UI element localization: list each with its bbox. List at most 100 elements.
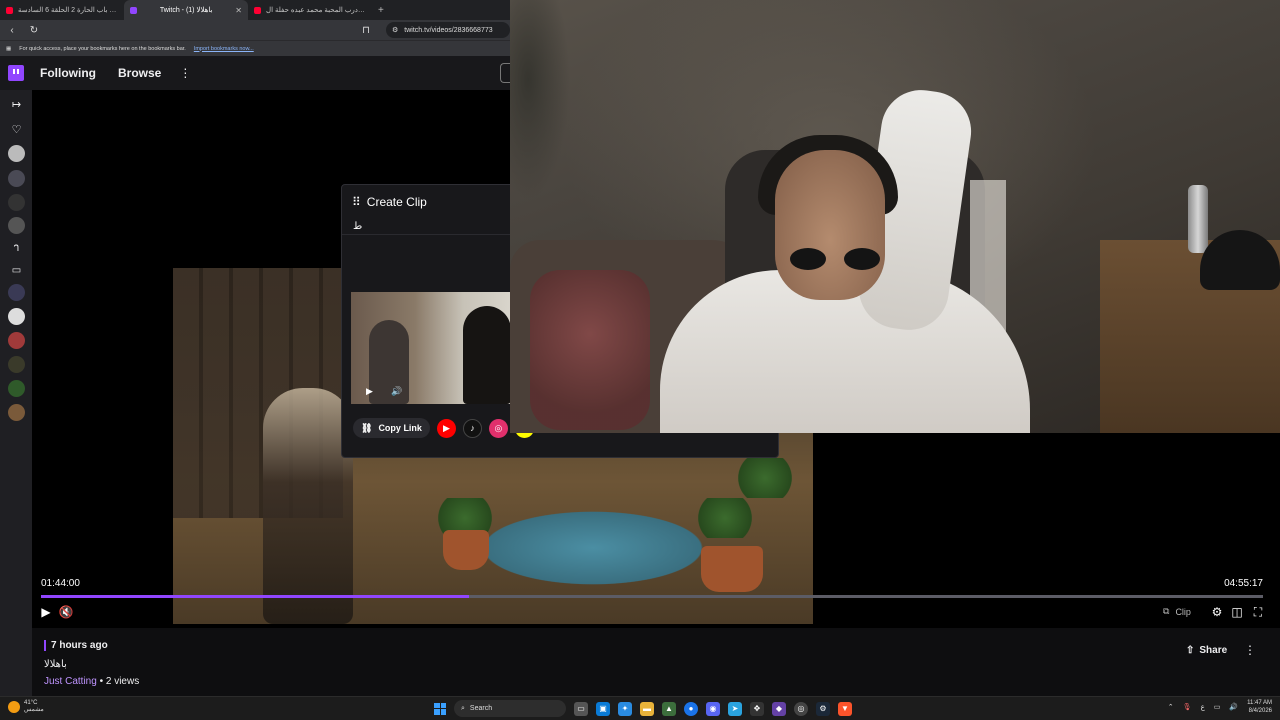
- bookmark-icon[interactable]: ⊓: [360, 25, 372, 36]
- channel-avatar[interactable]: [8, 380, 25, 397]
- clip-label: Clip: [1175, 606, 1191, 617]
- photos-icon[interactable]: ▲: [662, 701, 676, 716]
- twitch-logo-icon[interactable]: [8, 65, 24, 81]
- copilot-icon[interactable]: ✦: [618, 701, 632, 716]
- apps-icon[interactable]: ▦: [6, 46, 11, 52]
- channel-avatar[interactable]: ᒉ: [8, 240, 25, 257]
- more-options-icon[interactable]: ⋮: [1244, 643, 1256, 657]
- view-count: • 2 views: [96, 676, 140, 687]
- steam-icon[interactable]: ⚙: [816, 701, 830, 716]
- site-info-icon[interactable]: ⚙: [392, 26, 398, 34]
- mic-icon[interactable]: 🎙: [1183, 703, 1192, 711]
- nav-browse[interactable]: Browse: [118, 66, 161, 80]
- webcam-overlay: [510, 0, 1280, 433]
- channel-avatar[interactable]: [8, 170, 25, 187]
- category-link[interactable]: Just Catting: [44, 676, 97, 687]
- volume-icon[interactable]: 🔊: [391, 386, 402, 397]
- play-icon[interactable]: ▶: [38, 605, 54, 619]
- back-icon[interactable]: ‹: [6, 25, 18, 36]
- link-icon: ⛓: [361, 422, 373, 433]
- weather-widget[interactable]: 41°C مشمس: [8, 700, 44, 714]
- input-language[interactable]: ع: [1201, 703, 1205, 711]
- app-icon[interactable]: ◆: [772, 701, 786, 716]
- browser-tab-strip: مسلسل باب الحارة 2 الحلقة 6 السادسة Twit…: [0, 0, 510, 20]
- new-tab-button[interactable]: +: [372, 5, 390, 16]
- scene-figure: [263, 388, 353, 624]
- more-options-icon[interactable]: ⋮: [179, 66, 191, 80]
- cam-sunglasses: [790, 248, 880, 270]
- instagram-icon[interactable]: ◎: [488, 418, 508, 438]
- app-icon[interactable]: ◎: [794, 701, 808, 716]
- stream-age: 7 hours ago: [44, 640, 108, 651]
- total-time: 04:55:17: [1224, 578, 1263, 589]
- bookmarks-bar: ▦ For quick access, place your bookmarks…: [0, 40, 510, 56]
- taskbar-apps: ⌕ Search ▭ ▣ ✦ ▬ ▲ ● ◉ ➤ ✥ ◆ ◎ ⚙ ▼: [434, 700, 852, 717]
- tab-title: مسلسل باب الحارة 2 الحلقة 6 السادسة: [18, 7, 118, 14]
- cam-plant: [510, 0, 570, 200]
- windows-start-icon[interactable]: [434, 702, 446, 715]
- drag-handle-icon[interactable]: ⠿: [352, 195, 361, 209]
- channel-avatar[interactable]: [8, 194, 25, 211]
- browser-tab-3[interactable]: ويناك ي درب المحبة محمد عبده حفلة ال: [248, 0, 372, 20]
- volume-icon[interactable]: 🔊: [1229, 703, 1238, 711]
- cam-person-head: [775, 150, 885, 300]
- scene-plant: [733, 458, 797, 498]
- channel-avatar[interactable]: [8, 284, 25, 301]
- share-button[interactable]: ⇧ Share: [1178, 640, 1236, 660]
- youtube-icon[interactable]: ▶: [436, 418, 456, 438]
- store-icon[interactable]: ▣: [596, 701, 610, 716]
- video-camera-icon[interactable]: ▭: [8, 262, 25, 279]
- twitch-top-nav: Following Browse ⋮: [0, 56, 510, 90]
- channel-avatar[interactable]: [8, 217, 25, 234]
- clip-icon: ⧉: [1163, 606, 1170, 616]
- clip-title: Create Clip: [366, 195, 427, 209]
- share-icon: ⇧: [1186, 644, 1195, 656]
- file-explorer-icon[interactable]: ▬: [640, 701, 654, 716]
- fullscreen-icon[interactable]: ⛶: [1250, 605, 1266, 620]
- taskbar-search[interactable]: ⌕ Search: [454, 700, 566, 717]
- scene-plant: [693, 498, 757, 538]
- chevron-up-icon[interactable]: ⌃: [1168, 703, 1174, 711]
- discord-icon[interactable]: ◉: [706, 701, 720, 716]
- task-view-icon[interactable]: ▭: [574, 701, 588, 716]
- channel-avatar[interactable]: [8, 145, 25, 162]
- nav-following[interactable]: Following: [40, 66, 96, 80]
- heart-icon[interactable]: ♡: [8, 121, 25, 138]
- tiktok-icon[interactable]: ♪: [462, 418, 482, 438]
- seek-bar[interactable]: [41, 595, 1263, 598]
- clip-button[interactable]: ⧉ Clip: [1163, 606, 1191, 617]
- video-info: 7 hours ago باهلالا Just Catting • 2 vie…: [32, 628, 1280, 696]
- clock[interactable]: 11:47 AM 8/4/2026: [1247, 699, 1272, 715]
- side-rail: ↦ ♡ ᒉ ▭: [0, 90, 32, 696]
- copy-link-button[interactable]: ⛓ Copy Link: [353, 418, 430, 438]
- channel-avatar[interactable]: [8, 404, 25, 421]
- chrome-icon[interactable]: ●: [684, 701, 698, 716]
- channel-avatar[interactable]: [8, 332, 25, 349]
- settings-icon[interactable]: ⚙: [1209, 605, 1225, 619]
- youtube-favicon-icon: [254, 6, 261, 14]
- bookmarks-hint: For quick access, place your bookmarks h…: [19, 45, 186, 52]
- clip-header: ⠿ Create Clip: [352, 195, 427, 209]
- import-bookmarks-link[interactable]: Import bookmarks now...: [194, 46, 254, 52]
- app-icon[interactable]: ✥: [750, 701, 764, 716]
- cam-cloth: [530, 270, 650, 430]
- channel-avatar[interactable]: [8, 308, 25, 325]
- brave-icon[interactable]: ▼: [838, 701, 852, 716]
- channel-avatar[interactable]: [8, 356, 25, 373]
- clip-preview[interactable]: ▶ 🔊: [351, 292, 511, 404]
- mute-icon[interactable]: 🔇: [58, 605, 74, 619]
- play-icon[interactable]: ▶: [366, 386, 373, 397]
- network-icon[interactable]: ▭: [1214, 703, 1221, 711]
- browser-tab-1[interactable]: مسلسل باب الحارة 2 الحلقة 6 السادسة: [0, 0, 124, 20]
- weather-text: 41°C مشمس: [24, 700, 44, 714]
- sun-icon: [8, 701, 20, 713]
- browser-tab-2[interactable]: Twitch - (1) باهلالا ✕: [124, 0, 248, 20]
- expand-rail-icon[interactable]: ↦: [8, 96, 25, 113]
- url-text: twitch.tv/videos/2836668773: [404, 26, 493, 34]
- reload-icon[interactable]: ↻: [28, 25, 40, 36]
- url-field[interactable]: ⚙ twitch.tv/videos/2836668773: [386, 22, 510, 38]
- search-box-edge[interactable]: [500, 63, 510, 83]
- close-icon[interactable]: ✕: [235, 6, 242, 15]
- theatre-mode-icon[interactable]: ◫: [1229, 605, 1245, 619]
- telegram-icon[interactable]: ➤: [728, 701, 742, 716]
